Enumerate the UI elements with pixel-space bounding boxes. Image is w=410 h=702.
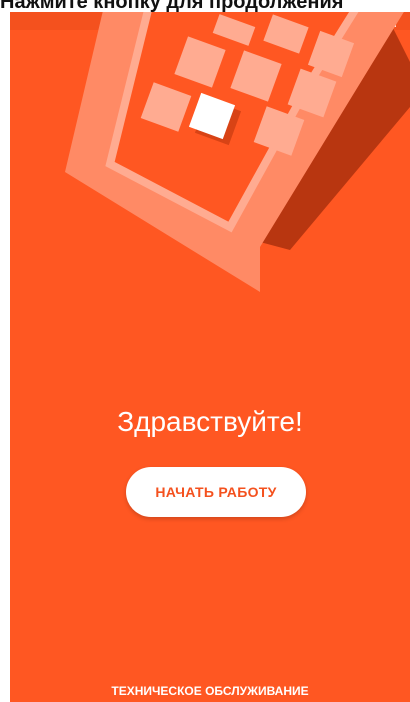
payment-terminal-illustration [65, 12, 410, 292]
greeting-title: Здравствуйте! [117, 406, 303, 437]
app-screen: Здравствуйте! НАЧАТЬ РАБОТУ ТЕХНИЧЕСКОЕ … [10, 12, 410, 702]
page: Нажмите кнопку для продолжения Здравству… [0, 0, 410, 702]
start-work-button[interactable]: НАЧАТЬ РАБОТУ [126, 467, 306, 517]
top-cut-text: Нажмите кнопку для продолжения [0, 0, 344, 13]
maintenance-link[interactable]: ТЕХНИЧЕСКОЕ ОБСЛУЖИВАНИЕ [10, 684, 410, 698]
